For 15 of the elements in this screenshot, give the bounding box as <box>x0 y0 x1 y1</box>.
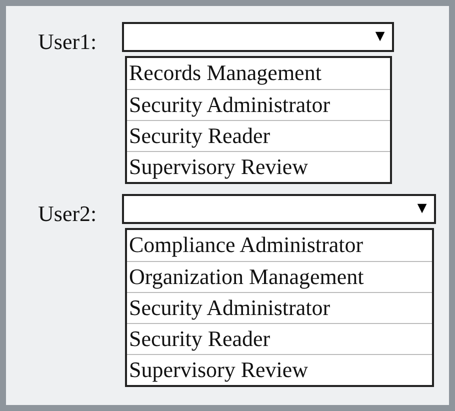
option-item[interactable]: Security Reader <box>127 323 432 354</box>
user-label: User1: <box>38 28 98 56</box>
option-item[interactable]: Security Administrator <box>127 89 390 120</box>
dropdown-arrow-icon: ▼ <box>372 29 388 45</box>
option-item[interactable]: Records Management <box>127 58 390 89</box>
option-item[interactable]: Security Reader <box>127 120 390 151</box>
option-item[interactable]: Supervisory Review <box>127 354 432 385</box>
dropdown[interactable]: ▼ <box>122 22 394 52</box>
option-item[interactable]: Compliance Administrator <box>127 230 432 261</box>
dropdown[interactable]: ▼ <box>122 194 436 224</box>
dropdown-arrow-icon: ▼ <box>414 201 430 217</box>
option-item[interactable]: Security Administrator <box>127 292 432 323</box>
option-item[interactable]: Supervisory Review <box>127 151 390 182</box>
user-label: User2: <box>38 200 98 228</box>
option-item[interactable]: Organization Management <box>127 261 432 292</box>
